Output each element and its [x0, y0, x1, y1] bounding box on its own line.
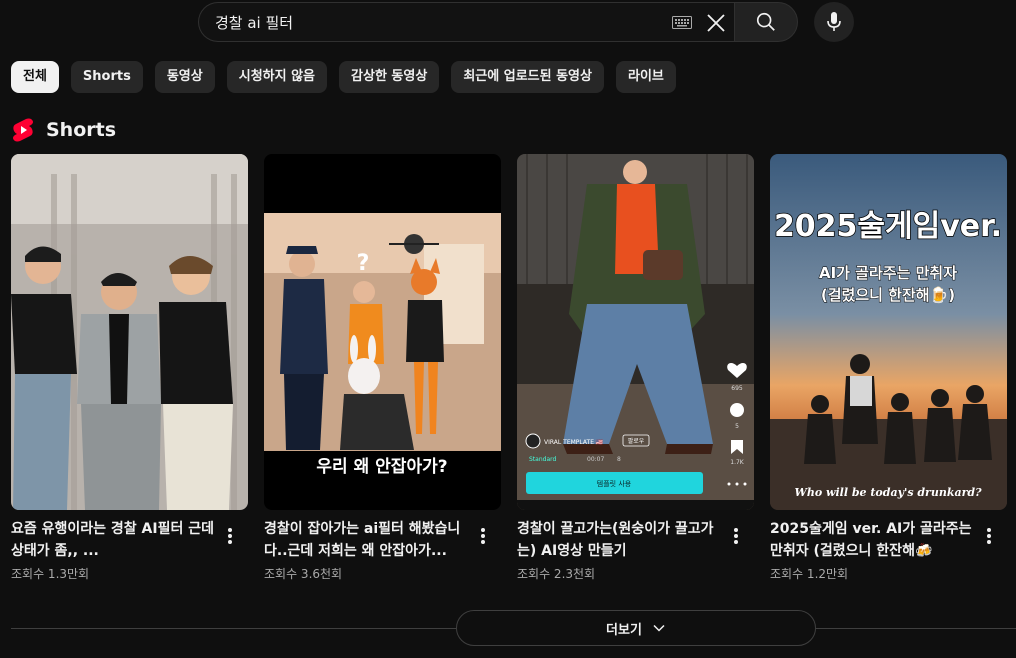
chip-unwatched[interactable]: 시청하지 않음	[226, 61, 328, 93]
view-count: 조회수 3.6천회	[264, 567, 343, 581]
close-icon[interactable]	[704, 11, 728, 35]
overlay-subtitle-2: (걸렸으니 한잔해🍺)	[821, 285, 955, 304]
overlay-headline: 2025술게임ver.	[774, 209, 1002, 244]
shorts-title[interactable]: 경찰이 끌고가는(원숭이가 끌고가는) AI영상 만들기	[517, 518, 722, 562]
thumbnail-image	[11, 154, 248, 510]
chip-watched[interactable]: 감상한 동영상	[339, 61, 440, 93]
chip-live[interactable]: 라이브	[615, 61, 676, 93]
chip-recently-uploaded[interactable]: 최근에 업로드된 동영상	[451, 61, 604, 93]
shorts-card[interactable]: 2025술게임ver. AI가 골라주는 만취자 (걸렸으니 한잔해🍺) Who…	[770, 154, 1007, 583]
chip-shorts[interactable]: Shorts	[70, 61, 143, 93]
view-count: 조회수 2.3천회	[517, 567, 596, 581]
overlay-question-mark: ?	[357, 251, 370, 276]
more-vertical-icon[interactable]	[220, 524, 240, 548]
chip-all[interactable]: 전체	[11, 61, 59, 93]
shorts-title[interactable]: 2025술게임 ver. AI가 골라주는 만취자 (걸렸으니 한잔해🍻	[770, 518, 975, 562]
section-title: Shorts	[46, 119, 117, 141]
shorts-card[interactable]: 695 5 1.7K VIRAL TEMPLATE 🇺🇸 팔로우 Standar…	[517, 154, 754, 583]
shorts-thumbnail[interactable]: ? 우리 왜 안잡아가?	[264, 154, 501, 510]
thumbnail-image: 695 5 1.7K VIRAL TEMPLATE 🇺🇸 팔로우 Standar…	[517, 154, 754, 510]
overlay-standard: Standard	[529, 456, 556, 463]
voice-search-button[interactable]	[814, 2, 854, 42]
overlay-save-count: 1.7K	[730, 459, 745, 466]
shorts-logo-icon	[13, 118, 33, 142]
search-box[interactable]	[198, 2, 734, 42]
view-count: 조회수 1.2만회	[770, 567, 849, 581]
overlay-use-template: 템플릿 사용	[597, 479, 632, 488]
shorts-section-header: Shorts	[12, 118, 116, 142]
thumbnail-image: ? 우리 왜 안잡아가?	[264, 154, 501, 510]
search-icon	[756, 12, 775, 31]
thumbnail-overlay-text: 우리 왜 안잡아가?	[316, 457, 447, 477]
shorts-title[interactable]: 요즘 유행이라는 경찰 AI필터 근데 상태가 좀,, ...	[11, 518, 216, 562]
thumbnail-image: 2025술게임ver. AI가 골라주는 만취자 (걸렸으니 한잔해🍺) Who…	[770, 154, 1007, 510]
search-button[interactable]	[734, 2, 798, 42]
search-bar	[198, 2, 798, 42]
overlay-subtitle-1: AI가 골라주는 만취자	[819, 264, 957, 282]
show-more-button[interactable]: 더보기	[456, 610, 816, 646]
overlay-caption: Who will be today's drunkard?	[794, 486, 982, 499]
search-input[interactable]	[215, 13, 655, 31]
overlay-count: 8	[617, 456, 621, 463]
microphone-icon	[827, 12, 841, 31]
keyboard-icon[interactable]	[672, 16, 692, 29]
chevron-down-icon	[653, 624, 665, 632]
youtube-search-results: 전체 Shorts 동영상 시청하지 않음 감상한 동영상 최근에 업로드된 동…	[0, 0, 1016, 658]
shorts-card[interactable]: 요즘 유행이라는 경찰 AI필터 근데 상태가 좀,, ... 조회수 1.3만…	[11, 154, 248, 583]
shorts-thumbnail[interactable]: 2025술게임ver. AI가 골라주는 만취자 (걸렸으니 한잔해🍺) Who…	[770, 154, 1007, 510]
shorts-thumbnail[interactable]	[11, 154, 248, 510]
overlay-template-name: VIRAL TEMPLATE 🇺🇸	[544, 438, 604, 446]
more-vertical-icon[interactable]	[473, 524, 493, 548]
shorts-card[interactable]: ? 우리 왜 안잡아가? 경찰이 잡아가는 ai필터 해봤습니다..근데 저희는…	[264, 154, 501, 583]
chip-videos[interactable]: 동영상	[154, 61, 215, 93]
filter-chips: 전체 Shorts 동영상 시청하지 않음 감상한 동영상 최근에 업로드된 동…	[11, 61, 676, 93]
overlay-like-count: 695	[731, 385, 743, 392]
show-more-label: 더보기	[606, 622, 642, 638]
view-count: 조회수 1.3만회	[11, 567, 90, 581]
shorts-thumbnail[interactable]: 695 5 1.7K VIRAL TEMPLATE 🇺🇸 팔로우 Standar…	[517, 154, 754, 510]
overlay-follow: 팔로우	[628, 438, 645, 445]
shorts-title[interactable]: 경찰이 잡아가는 ai필터 해봤습니다..근데 저희는 왜 안잡아가...	[264, 518, 469, 562]
more-vertical-icon[interactable]	[726, 524, 746, 548]
overlay-time: 00:07	[587, 456, 604, 463]
overlay-comment-count: 5	[735, 423, 739, 430]
more-vertical-icon[interactable]	[979, 524, 999, 548]
